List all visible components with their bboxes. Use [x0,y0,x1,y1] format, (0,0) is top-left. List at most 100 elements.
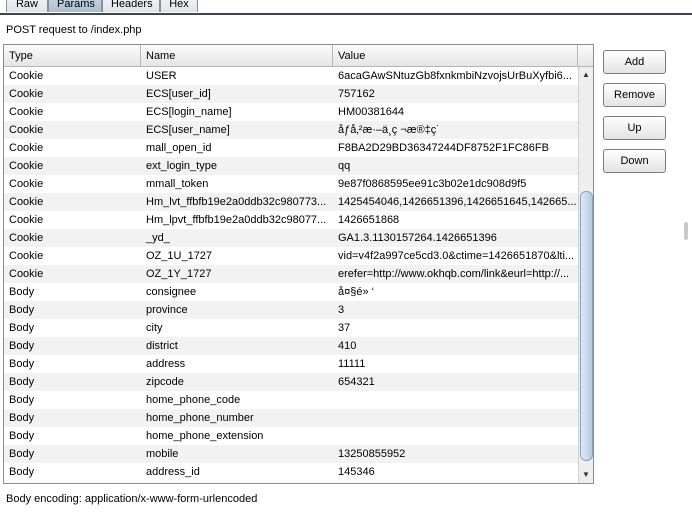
cell-name[interactable]: city [141,319,333,337]
cell-type[interactable]: Body [4,409,141,427]
column-header-name[interactable]: Name [141,45,333,67]
cell-name[interactable]: zipcode [141,373,333,391]
cell-name[interactable]: Hm_lvt_ffbfb19e2a0ddb32c980773... [141,193,333,211]
cell-value[interactable] [333,427,578,445]
cell-value[interactable]: åƒå‚²æ·–ä¸ç ¬æ®‡ç˙ [333,121,578,139]
table-row[interactable]: Body district 410 [4,337,578,355]
table-row[interactable]: Body consignee å¤§é» ‘ [4,283,578,301]
scrollbar-thumb[interactable] [580,191,593,461]
cell-value[interactable]: 1426651868 [333,211,578,229]
cell-name[interactable]: mobile [141,445,333,463]
column-header-type[interactable]: Type [4,45,141,67]
table-row[interactable]: Cookie mall_open_id F8BA2D29BD36347244DF87… [4,139,578,157]
cell-type[interactable]: Body [4,391,141,409]
cell-name[interactable]: OZ_1U_1727 [141,247,333,265]
cell-type[interactable]: Cookie [4,103,141,121]
cell-type[interactable]: Body [4,337,141,355]
cell-value[interactable]: 37 [333,319,578,337]
table-row[interactable]: Cookie ext_login_type qq [4,157,578,175]
tab-headers[interactable]: Headers [102,0,160,12]
cell-type[interactable]: Cookie [4,247,141,265]
table-row[interactable]: Cookie OZ_1U_1727 vid=v4f2a997ce5cd3.0&cti… [4,247,578,265]
cell-value[interactable]: 13250855952 [333,445,578,463]
cell-type[interactable]: Cookie [4,265,141,283]
cell-value[interactable]: 757162 [333,85,578,103]
cell-type[interactable]: Body [4,301,141,319]
cell-name[interactable]: district [141,337,333,355]
cell-type[interactable]: Body [4,445,141,463]
column-header-value[interactable]: Value [333,45,578,67]
cell-type[interactable]: Cookie [4,121,141,139]
table-row[interactable]: Body home_phone_number [4,409,578,427]
cell-type[interactable]: Body [4,355,141,373]
cell-value[interactable]: 1425454046,1426651396,1426651645,142665.… [333,193,578,211]
cell-value[interactable]: 3 [333,301,578,319]
cell-name[interactable]: ext_login_type [141,157,333,175]
cell-type[interactable]: Cookie [4,175,141,193]
triangle-down-icon[interactable]: ▼ [579,467,593,483]
move-down-button[interactable]: Down [603,149,666,173]
cell-name[interactable]: address_id [141,463,333,481]
cell-value[interactable]: vid=v4f2a997ce5cd3.0&ctime=1426651870&lt… [333,247,578,265]
cell-type[interactable]: Body [4,373,141,391]
cell-name[interactable]: consignee [141,283,333,301]
splitter-handle[interactable] [684,222,688,240]
cell-value[interactable]: 145346 [333,463,578,481]
cell-name[interactable]: ECS[user_name] [141,121,333,139]
vertical-scrollbar[interactable]: ▲ ▼ [578,67,593,483]
cell-name[interactable]: OZ_1Y_1727 [141,265,333,283]
cell-value[interactable]: HM00381644 [333,103,578,121]
move-up-button[interactable]: Up [603,116,666,140]
cell-value[interactable]: 9e87f0868595ee91c3b02e1dc908d9f5 [333,175,578,193]
cell-value[interactable]: å¤§é» ‘ [333,283,578,301]
cell-name[interactable]: province [141,301,333,319]
table-row[interactable]: Cookie mmall_token 9e87f0868595ee91c3b02e1… [4,175,578,193]
table-row[interactable]: Body mobile 13250855952 [4,445,578,463]
tab-params[interactable]: Params [48,0,102,12]
cell-type[interactable]: Body [4,463,141,481]
cell-value[interactable]: GA1.3.1130157264.1426651396 [333,229,578,247]
table-row[interactable]: Body city 37 [4,319,578,337]
table-row[interactable]: Body zipcode 654321 [4,373,578,391]
cell-value[interactable]: 6acaGAwSNtuzGb8fxnkmbiNzvojsUrBuXyfbi6..… [333,67,578,85]
cell-name[interactable]: ECS[login_name] [141,103,333,121]
cell-type[interactable]: Cookie [4,85,141,103]
table-row[interactable]: Body address_id 145346 [4,463,578,481]
triangle-up-icon[interactable]: ▲ [579,67,593,83]
cell-type[interactable]: Body [4,427,141,445]
cell-value[interactable] [333,409,578,427]
remove-button[interactable]: Remove [603,83,666,107]
cell-name[interactable]: home_phone_extension [141,427,333,445]
table-row[interactable]: Cookie OZ_1Y_1727 erefer=http://www.okhqb.… [4,265,578,283]
cell-name[interactable]: home_phone_code [141,391,333,409]
cell-name[interactable]: mall_open_id [141,139,333,157]
cell-name[interactable]: address [141,355,333,373]
table-row[interactable]: Cookie ECS[login_name] HM00381644 [4,103,578,121]
cell-type[interactable]: Cookie [4,211,141,229]
cell-value[interactable]: 654321 [333,373,578,391]
cell-value[interactable] [333,391,578,409]
table-row[interactable]: Cookie USER 6acaGAwSNtuzGb8fxnkmbiNzvojsUr… [4,67,578,85]
cell-value[interactable]: 11111 [333,355,578,373]
cell-type[interactable]: Cookie [4,157,141,175]
table-row[interactable]: Cookie Hm_lvt_ffbfb19e2a0ddb32c980773... 1… [4,193,578,211]
add-button[interactable]: Add [603,50,666,74]
cell-type[interactable]: Cookie [4,139,141,157]
tab-raw[interactable]: Raw [6,0,48,12]
table-row[interactable]: Cookie _yd_ GA1.3.1130157264.1426651396 [4,229,578,247]
cell-name[interactable]: mmall_token [141,175,333,193]
cell-type[interactable]: Cookie [4,67,141,85]
table-row[interactable]: Body home_phone_code [4,391,578,409]
table-row[interactable]: Cookie Hm_lpvt_ffbfb19e2a0ddb32c98077... 1… [4,211,578,229]
cell-name[interactable]: ECS[user_id] [141,85,333,103]
cell-type[interactable]: Body [4,283,141,301]
cell-type[interactable]: Cookie [4,193,141,211]
table-row[interactable]: Cookie ECS[user_name] åƒå‚²æ·–ä¸ç ¬æ®‡ç˙ [4,121,578,139]
table-row[interactable]: Body province 3 [4,301,578,319]
cell-value[interactable]: erefer=http://www.okhqb.com/link&eurl=ht… [333,265,578,283]
cell-name[interactable]: _yd_ [141,229,333,247]
cell-type[interactable]: Body [4,319,141,337]
cell-name[interactable]: USER [141,67,333,85]
table-row[interactable]: Cookie ECS[user_id] 757162 [4,85,578,103]
cell-value[interactable]: F8BA2D29BD36347244DF8752F1FC86FB [333,139,578,157]
